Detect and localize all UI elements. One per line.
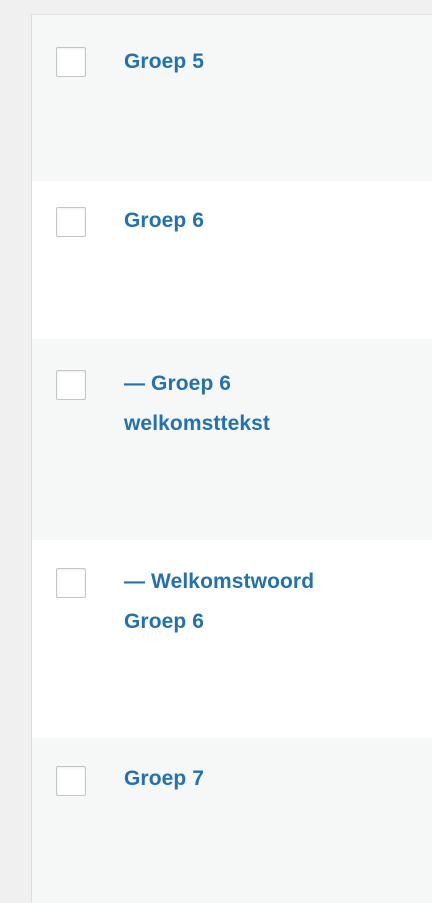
post-title-link[interactable]: — Groep 6 welkomsttekst (124, 364, 414, 444)
post-title-line: Groep 6 (124, 610, 205, 633)
post-title-link[interactable]: — Welkomstwoord Groep 6 (124, 562, 414, 642)
post-title-line: welkomsttekst (124, 412, 271, 435)
post-title-line: Groep 5 (124, 50, 205, 73)
row-select-checkbox[interactable] (56, 370, 86, 400)
row-select-checkbox[interactable] (56, 568, 86, 598)
post-title-link[interactable]: Groep 5 (124, 42, 414, 82)
screen-frame: Groep 5 Groep 6 — Groep 6 welkomsttekst … (0, 0, 432, 903)
table-row: — Welkomstwoord Groep 6 (32, 540, 432, 738)
posts-list-table: Groep 5 Groep 6 — Groep 6 welkomsttekst … (31, 14, 432, 903)
post-title-link[interactable]: Groep 7 (124, 759, 414, 799)
row-select-checkbox[interactable] (56, 207, 86, 237)
table-row: Groep 6 (32, 181, 432, 339)
table-row: — Groep 6 welkomsttekst (32, 339, 432, 540)
row-select-checkbox[interactable] (56, 47, 86, 77)
post-title-line: — Welkomstwoord (124, 570, 315, 593)
post-title-line: Groep 6 (124, 209, 205, 232)
table-row: Groep 7 (32, 738, 432, 903)
post-title-link[interactable]: Groep 6 (124, 201, 414, 241)
row-select-checkbox[interactable] (56, 766, 86, 796)
post-title-line: Groep 7 (124, 767, 205, 790)
table-row: Groep 5 (32, 15, 432, 181)
post-title-line: — Groep 6 (124, 372, 232, 395)
